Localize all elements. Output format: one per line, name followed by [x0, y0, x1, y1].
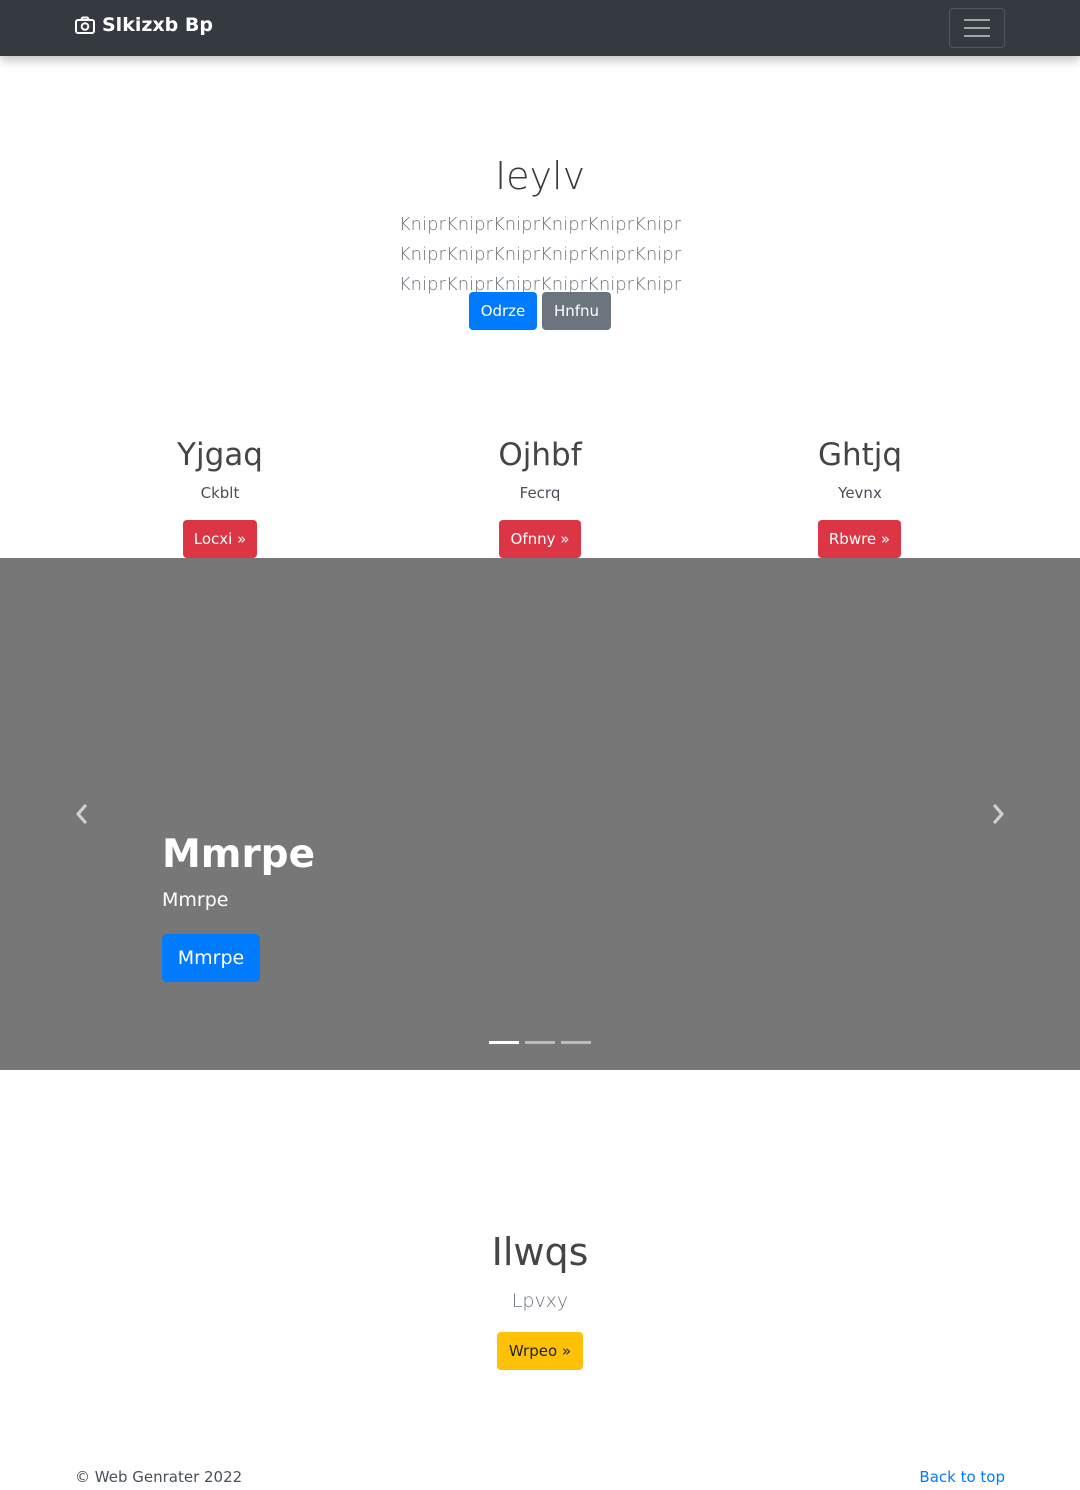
back-to-top-link[interactable]: Back to top — [919, 1468, 1005, 1486]
chevron-left-icon[interactable] — [70, 802, 94, 826]
carousel-indicators — [489, 1041, 591, 1044]
navbar: Slkizxb Bp — [0, 0, 1080, 56]
feature-title: Ojhbf — [498, 437, 582, 473]
navbar-brand[interactable]: Slkizxb Bp — [75, 14, 213, 36]
camera-icon — [75, 16, 95, 34]
chevron-right-icon[interactable] — [986, 802, 1010, 826]
carousel-indicator-2[interactable] — [525, 1041, 555, 1044]
hamburger-menu-icon-bar — [964, 35, 990, 37]
section-button[interactable]: Wrpeo » — [497, 1332, 583, 1370]
carousel-caption-button[interactable]: Mmrpe — [162, 934, 260, 982]
hamburger-menu-icon-bar — [964, 27, 990, 29]
feature-button[interactable]: Rbwre » — [818, 520, 901, 558]
feature-button[interactable]: Locxi » — [183, 520, 257, 558]
hero-title: Ieylv — [494, 154, 586, 198]
carousel-indicator-1[interactable] — [489, 1041, 519, 1044]
carousel-caption-text: Mmrpe — [162, 889, 229, 911]
footer-copyright: © Web Genrater 2022 — [75, 1468, 243, 1486]
hero-lead: KniprKniprKniprKniprKniprKnipr KniprKnip… — [398, 214, 682, 295]
section-title: Ilwqs — [491, 1230, 589, 1274]
carousel-indicator-3[interactable] — [561, 1041, 591, 1044]
carousel: Mmrpe Mmrpe Mmrpe — [0, 558, 1080, 1070]
navbar-toggler-button[interactable] — [949, 8, 1005, 48]
feature-column: Yjgaq Ckblt — [60, 432, 380, 502]
feature-title: Yjgaq — [177, 437, 263, 473]
carousel-caption-title: Mmrpe — [162, 832, 316, 877]
section-lead: Lpvxy — [511, 1290, 569, 1312]
hamburger-menu-icon — [964, 19, 990, 21]
feature-button[interactable]: Ofnny » — [499, 520, 581, 558]
feature-text: Yevnx — [838, 484, 882, 502]
hero-primary-button[interactable]: Odrze — [469, 292, 537, 330]
feature-text: Fecrq — [519, 484, 561, 502]
feature-text: Ckblt — [200, 484, 240, 502]
hero-secondary-button[interactable]: Hnfnu — [542, 292, 611, 330]
feature-title: Ghtjq — [817, 437, 903, 473]
brand-label: Slkizxb Bp — [102, 14, 213, 36]
feature-column: Ojhbf Fecrq — [380, 432, 700, 502]
feature-column: Ghtjq Yevnx — [700, 432, 1020, 502]
